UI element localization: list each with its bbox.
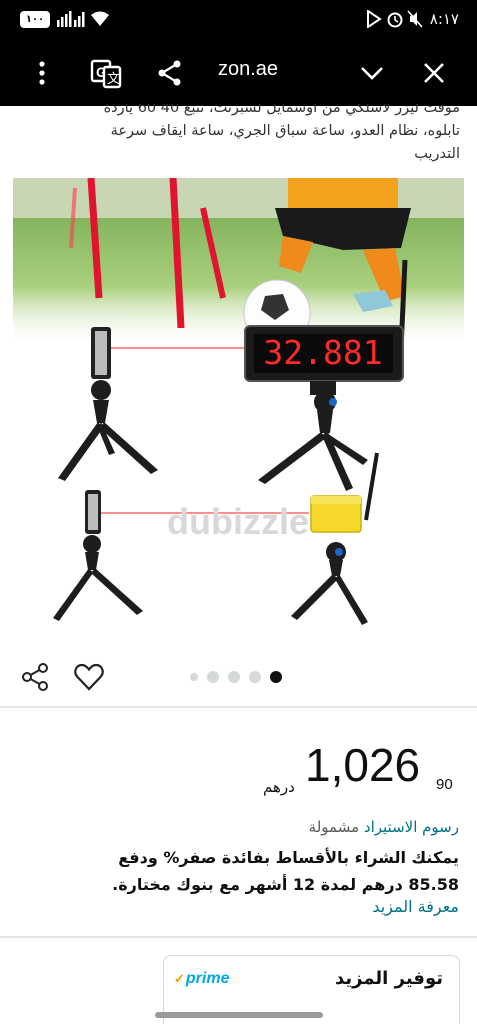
prime-label: prime xyxy=(185,970,230,987)
divider xyxy=(0,936,477,938)
price-fraction: 90 xyxy=(436,776,453,793)
image-pager[interactable] xyxy=(190,670,282,684)
chevron-down-icon xyxy=(361,67,383,80)
product-image[interactable]: 32.881 dubizzle xyxy=(13,178,464,638)
learn-more-link[interactable]: معرفة المزيد xyxy=(372,897,459,916)
svg-text:文: 文 xyxy=(107,71,120,86)
play-icon xyxy=(366,9,382,32)
price-currency: درهم xyxy=(263,778,295,796)
signal-icon xyxy=(56,10,86,32)
pager-dot[interactable] xyxy=(207,671,219,683)
import-fees-status: مشمولة xyxy=(308,818,360,836)
prime-check-icon: ✓ xyxy=(174,971,185,986)
translate-icon: G文 xyxy=(90,59,122,89)
share-icon xyxy=(158,60,181,86)
title-line-2: تابلوه، نظام العدو، ساعة سباق الجري، ساع… xyxy=(110,123,460,139)
close-button[interactable] xyxy=(414,53,454,93)
share-button[interactable] xyxy=(16,658,54,696)
kebab-menu-icon xyxy=(39,61,45,85)
installment-line-1: يمكنك الشراء بالأقساط بفائدة صفر% ودفع xyxy=(118,848,459,867)
browser-toolbar: G文 zon.ae xyxy=(0,40,477,106)
favorite-button[interactable] xyxy=(70,658,108,696)
installment-offer: يمكنك الشراء بالأقساط بفائدة صفر% ودفع 8… xyxy=(39,844,459,898)
pager-dot[interactable] xyxy=(190,673,198,681)
battery-indicator: ١٠٠ xyxy=(20,11,50,28)
mute-icon xyxy=(407,10,423,32)
expand-button[interactable] xyxy=(352,53,392,93)
clock: ٨:١٧ xyxy=(429,10,459,28)
price-whole: 1,026 xyxy=(305,739,421,791)
pager-dot-active[interactable] xyxy=(270,671,282,683)
heart-icon xyxy=(74,663,104,691)
home-indicator[interactable] xyxy=(155,1012,323,1018)
url-text[interactable]: zon.ae xyxy=(218,58,278,81)
installment-line-2: 85.58 درهم لمدة 12 أشهر مع بنوك مختارة. xyxy=(112,875,459,894)
share-icon xyxy=(22,663,48,691)
translate-button[interactable]: G文 xyxy=(86,53,126,93)
wifi-icon xyxy=(90,10,110,32)
alarm-icon xyxy=(386,10,404,32)
pager-dot[interactable] xyxy=(249,671,261,683)
divider xyxy=(0,706,477,708)
pager-dot[interactable] xyxy=(228,671,240,683)
share-page-button[interactable] xyxy=(150,53,190,93)
prime-badge: ✓prime xyxy=(174,970,229,988)
import-fees-link[interactable]: رسوم الاستيراد xyxy=(364,818,459,836)
product-title: موقت ليزر لاسلكي من أوسمايل لسبرنت، تتبع… xyxy=(14,104,460,174)
timer-digits: 32.881 xyxy=(263,333,382,372)
title-line-1: موقت ليزر لاسلكي من أوسمايل لسبرنت، تتبع… xyxy=(103,104,460,116)
status-bar: ١٠٠ ٨:١٧ xyxy=(0,0,477,40)
title-line-3: التدريب xyxy=(414,146,460,162)
watermark-text: dubizzle xyxy=(167,501,309,542)
save-more-title: توفير المزيد xyxy=(335,968,443,989)
battery-level: ١٠٠ xyxy=(25,14,45,25)
import-fees: رسوم الاستيراد مشمولة xyxy=(309,818,459,836)
close-icon xyxy=(424,63,444,83)
menu-button[interactable] xyxy=(22,53,62,93)
